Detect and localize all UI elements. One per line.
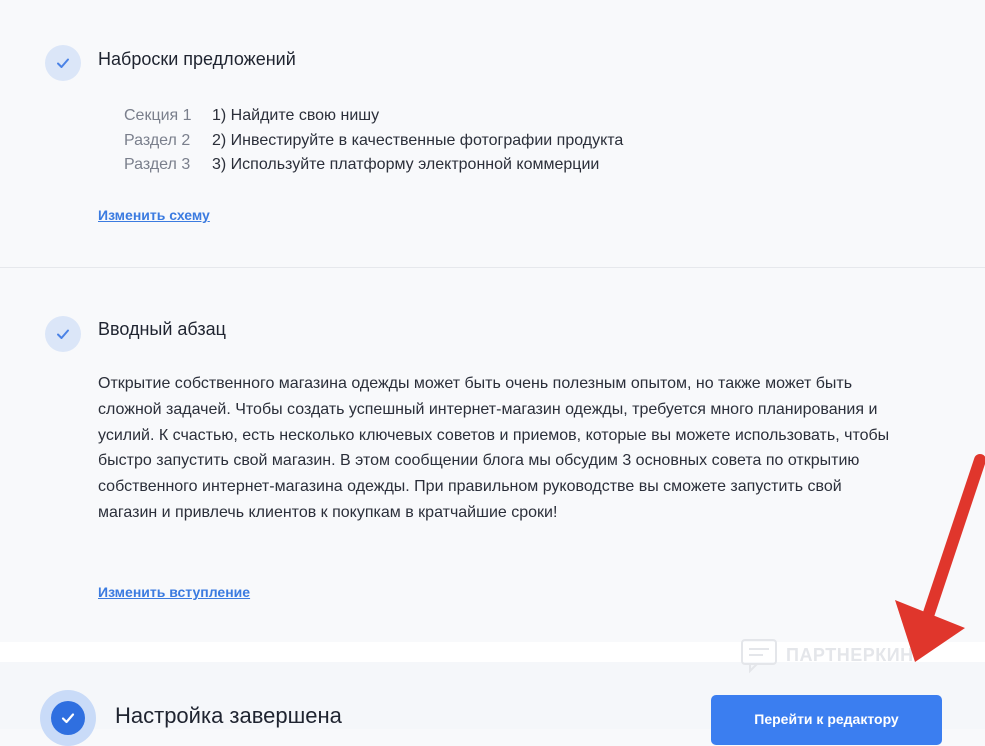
outline-text: 1) Найдите свою нишу: [212, 107, 380, 124]
watermark-logo-icon: [741, 639, 777, 674]
intro-title: Вводный абзац: [98, 319, 226, 339]
go-to-editor-button[interactable]: Перейти к редактору: [711, 695, 942, 745]
intro-paragraph: Открытие собственного магазина одежды мо…: [98, 375, 890, 521]
outline-row: Секция 1 1) Найдите свою нишу: [124, 104, 623, 129]
outline-label: Секция 1: [124, 107, 192, 124]
outline-label: Раздел 3: [124, 156, 191, 173]
red-arrow-annotation: [895, 454, 985, 662]
outline-row: Раздел 2 2) Инвестируйте в качественные …: [124, 129, 623, 154]
complete-check-icon: [40, 690, 96, 746]
outline-text: 3) Используйте платформу электронной ком…: [212, 156, 600, 173]
setup-complete-title: Настройка завершена: [115, 703, 342, 728]
check-icon: [45, 316, 81, 352]
check-icon: [45, 45, 81, 81]
edit-intro-link[interactable]: Изменить вступление: [98, 584, 250, 600]
outline-list: Секция 1 1) Найдите свою нишу Раздел 2 2…: [124, 104, 623, 178]
section-divider: [0, 267, 985, 268]
edit-outline-link[interactable]: Изменить схему: [98, 207, 210, 223]
outline-label: Раздел 2: [124, 131, 191, 149]
outline-title: Наброски предложений: [98, 49, 296, 69]
outline-row: Раздел 3 3) Используйте платформу электр…: [124, 153, 623, 178]
outline-text: 2) Инвестируйте в качественные фотографи…: [212, 131, 624, 149]
